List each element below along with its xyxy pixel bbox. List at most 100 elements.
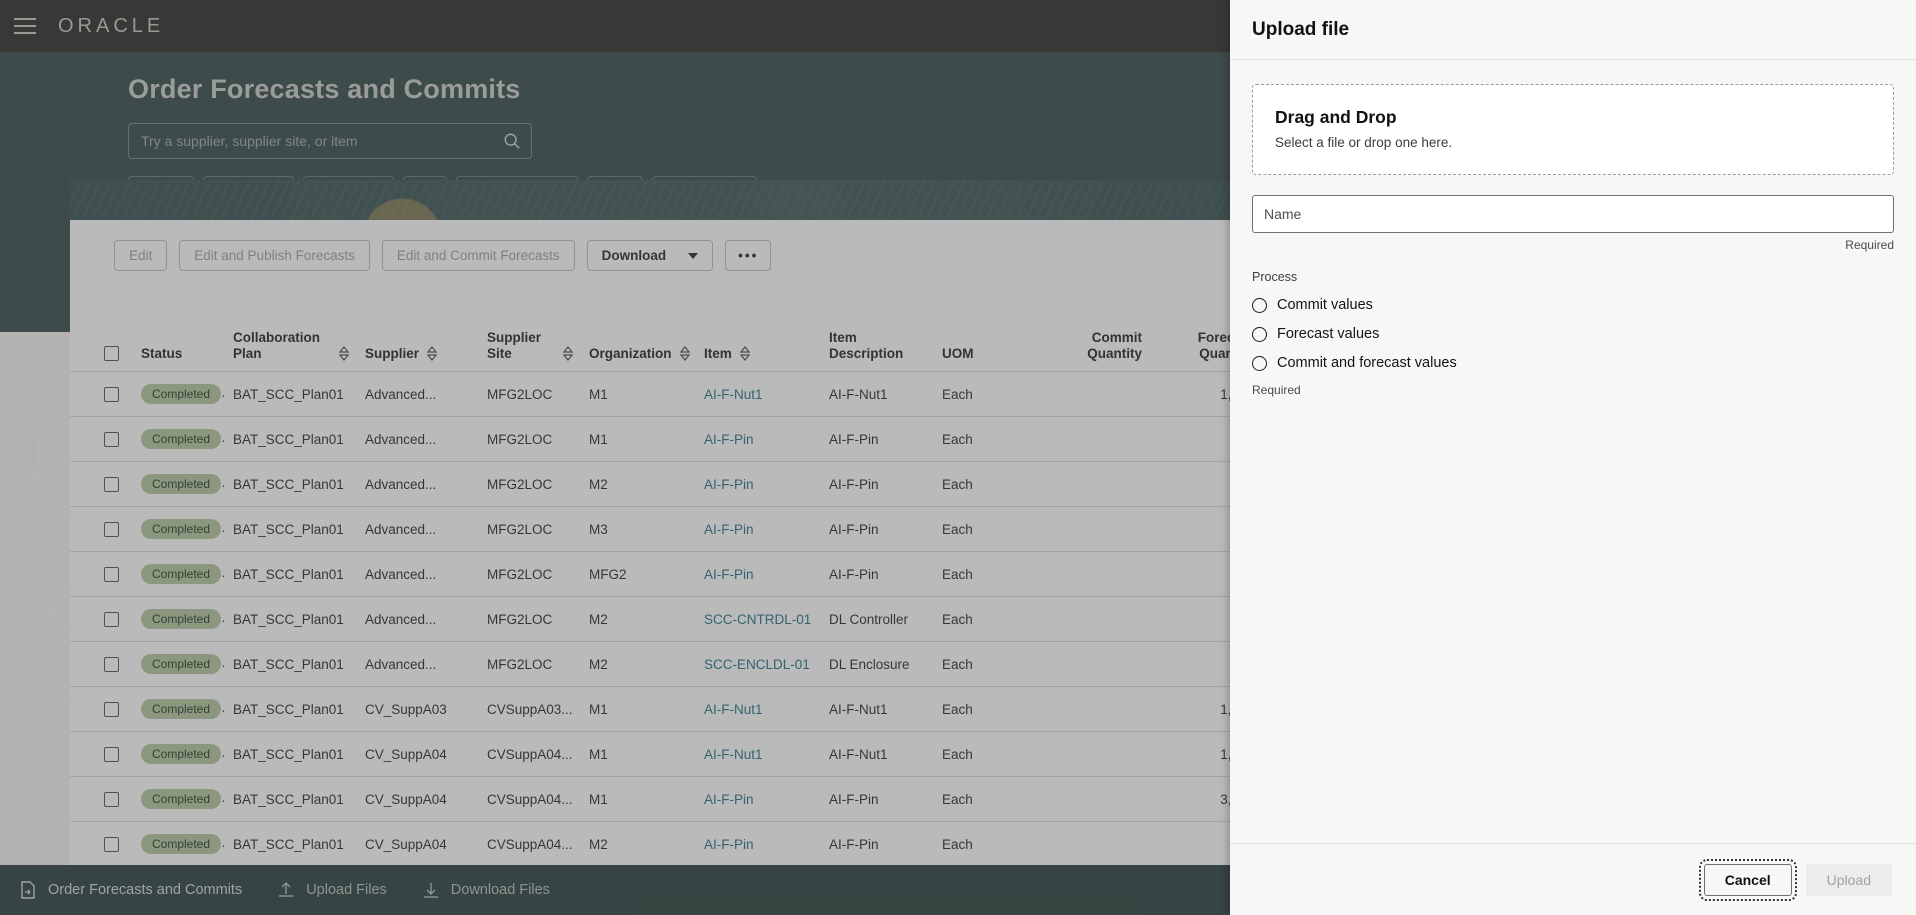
radio-commit-and-forecast-values[interactable]: Commit and forecast values bbox=[1252, 355, 1894, 371]
row-checkbox[interactable] bbox=[104, 432, 119, 447]
sort-icon[interactable] bbox=[339, 346, 349, 361]
row-organization: M1 bbox=[581, 776, 696, 823]
row-commit-quantity bbox=[1030, 416, 1150, 463]
row-item-description: AI-F-Nut1 bbox=[821, 371, 934, 418]
row-status-cell: Completed bbox=[133, 596, 225, 643]
hamburger-menu-icon[interactable] bbox=[14, 13, 40, 39]
row-status-cell: Completed bbox=[133, 371, 225, 418]
select-all-checkbox[interactable] bbox=[104, 346, 119, 362]
row-collaboration-plan: BAT_SCC_Plan01 bbox=[225, 641, 357, 688]
radio-forecast-values[interactable]: Forecast values bbox=[1252, 326, 1894, 342]
item-link[interactable]: AI-F-Pin bbox=[704, 432, 754, 447]
search-icon bbox=[504, 133, 520, 149]
row-uom: Each bbox=[934, 596, 1030, 643]
upload-button[interactable]: Upload bbox=[1805, 863, 1892, 896]
item-link[interactable]: AI-F-Nut1 bbox=[704, 387, 763, 402]
row-status-cell: Completed bbox=[133, 551, 225, 598]
row-collaboration-plan: BAT_SCC_Plan01 bbox=[225, 506, 357, 553]
row-uom: Each bbox=[934, 371, 1030, 418]
process-group-label: Process bbox=[1252, 270, 1298, 284]
col-collaboration-plan-label: Collaboration Plan bbox=[233, 330, 320, 361]
row-checkbox[interactable] bbox=[104, 612, 119, 627]
item-link[interactable]: AI-F-Pin bbox=[704, 792, 754, 807]
row-item-description: AI-F-Pin bbox=[821, 461, 934, 508]
item-link[interactable]: AI-F-Nut1 bbox=[704, 702, 763, 717]
radio-commit-values[interactable]: Commit values bbox=[1252, 297, 1894, 313]
edit-and-commit-forecasts-button[interactable]: Edit and Commit Forecasts bbox=[381, 240, 575, 271]
item-link[interactable]: SCC-CNTRDL-01 bbox=[704, 612, 811, 627]
row-checkbox[interactable] bbox=[104, 387, 119, 402]
col-organization[interactable]: Organization bbox=[581, 320, 696, 373]
download-button[interactable]: Download bbox=[586, 240, 714, 271]
row-item: AI-F-Pin bbox=[696, 776, 821, 823]
row-checkbox[interactable] bbox=[104, 747, 119, 762]
item-link[interactable]: AI-F-Pin bbox=[704, 567, 754, 582]
row-uom: Each bbox=[934, 461, 1030, 508]
edit-button[interactable]: Edit bbox=[114, 240, 168, 271]
row-checkbox[interactable] bbox=[104, 657, 119, 672]
row-supplier: Advanced... bbox=[357, 596, 479, 643]
item-link[interactable]: SCC-ENCLDL-01 bbox=[704, 657, 810, 672]
col-item[interactable]: Item bbox=[696, 320, 821, 373]
row-uom: Each bbox=[934, 641, 1030, 688]
oracle-logo: ORACLE bbox=[58, 14, 165, 37]
row-status-cell: Completed bbox=[133, 821, 225, 865]
sort-icon[interactable] bbox=[427, 346, 438, 361]
col-supplier[interactable]: Supplier bbox=[357, 320, 479, 373]
sort-icon[interactable] bbox=[679, 346, 690, 361]
file-dropzone[interactable]: Drag and Drop Select a file or drop one … bbox=[1252, 84, 1894, 175]
nav-label: Order Forecasts and Commits bbox=[48, 882, 243, 898]
row-select-cell bbox=[70, 641, 133, 688]
nav-upload-files[interactable]: Upload Files bbox=[276, 880, 387, 900]
row-checkbox[interactable] bbox=[104, 837, 119, 852]
col-collaboration-plan[interactable]: Collaboration Plan bbox=[225, 320, 357, 373]
row-supplier: Advanced... bbox=[357, 416, 479, 463]
search-input[interactable] bbox=[141, 133, 503, 149]
edit-and-publish-forecasts-button[interactable]: Edit and Publish Forecasts bbox=[179, 240, 370, 271]
row-select-cell bbox=[70, 596, 133, 643]
col-item-label: Item bbox=[704, 345, 732, 361]
row-supplier-site: CVSuppA04... bbox=[479, 821, 581, 865]
nav-download-files[interactable]: Download Files bbox=[421, 880, 550, 900]
row-select-cell bbox=[70, 551, 133, 598]
file-name-input[interactable] bbox=[1252, 195, 1894, 233]
row-status-cell: Completed bbox=[133, 686, 225, 733]
sort-icon[interactable] bbox=[563, 346, 573, 361]
row-checkbox[interactable] bbox=[104, 477, 119, 492]
item-link[interactable]: AI-F-Nut1 bbox=[704, 747, 763, 762]
row-checkbox[interactable] bbox=[104, 792, 119, 807]
col-supplier-site[interactable]: Supplier Site bbox=[479, 320, 581, 373]
row-supplier-site: CVSuppA04... bbox=[479, 731, 581, 778]
download-label: Download bbox=[601, 248, 667, 263]
row-checkbox[interactable] bbox=[104, 702, 119, 717]
search-box[interactable] bbox=[128, 123, 532, 159]
row-uom: Each bbox=[934, 776, 1030, 823]
sort-icon[interactable] bbox=[739, 346, 750, 361]
item-link[interactable]: AI-F-Pin bbox=[704, 837, 754, 852]
cancel-button[interactable]: Cancel bbox=[1698, 858, 1797, 901]
row-organization: M2 bbox=[581, 641, 696, 688]
row-item-description: AI-F-Pin bbox=[821, 551, 934, 598]
row-collaboration-plan: BAT_SCC_Plan01 bbox=[225, 776, 357, 823]
row-collaboration-plan: BAT_SCC_Plan01 bbox=[225, 461, 357, 508]
col-commit-quantity: Commit Quantity bbox=[1030, 320, 1150, 373]
row-checkbox[interactable] bbox=[104, 567, 119, 582]
nav-label: Download Files bbox=[450, 882, 550, 898]
upload-panel-body: Drag and Drop Select a file or drop one … bbox=[1230, 60, 1916, 843]
row-commit-quantity bbox=[1030, 461, 1150, 508]
more-actions-button[interactable]: ••• bbox=[725, 240, 772, 271]
row-supplier-site: MFG2LOC bbox=[479, 641, 581, 688]
item-link[interactable]: AI-F-Pin bbox=[704, 477, 754, 492]
item-link[interactable]: AI-F-Pin bbox=[704, 522, 754, 537]
row-organization: M2 bbox=[581, 821, 696, 865]
row-checkbox[interactable] bbox=[104, 522, 119, 537]
row-item: AI-F-Nut1 bbox=[696, 371, 821, 418]
row-supplier-site: MFG2LOC bbox=[479, 461, 581, 508]
row-commit-quantity bbox=[1030, 641, 1150, 688]
row-select-cell bbox=[70, 686, 133, 733]
nav-order-forecasts-and-commits[interactable]: Order Forecasts and Commits bbox=[18, 880, 242, 900]
status-badge: Completed bbox=[141, 384, 222, 405]
row-item: AI-F-Nut1 bbox=[696, 731, 821, 778]
row-supplier: CV_SuppA04 bbox=[357, 731, 479, 778]
col-uom: UOM bbox=[934, 320, 1030, 373]
